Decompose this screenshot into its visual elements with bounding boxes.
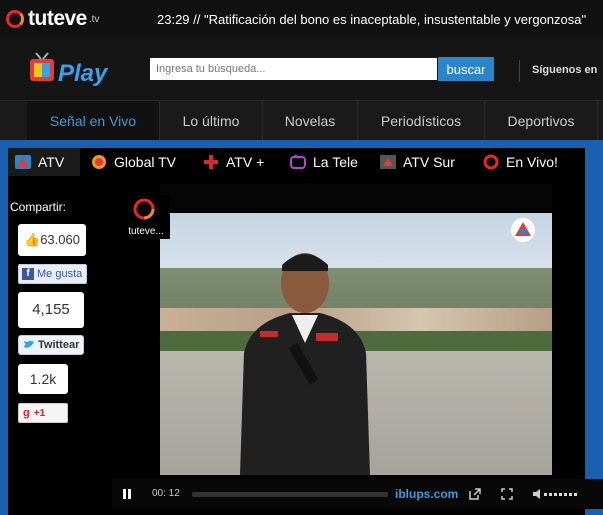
svg-text:Play: Play: [58, 60, 109, 87]
play-logo[interactable]: Play: [28, 51, 138, 91]
header-row: Play buscar Síguenos en: [0, 38, 603, 100]
follow-label: Síguenos en: [532, 64, 598, 76]
global-tv-icon: [92, 155, 106, 169]
progress-bar[interactable]: [192, 492, 388, 497]
nav-senal-en-vivo[interactable]: Señal en Vivo: [27, 101, 160, 141]
watermark-text: tuteve...: [128, 226, 164, 237]
time-display: 00: 12: [152, 488, 180, 499]
atv-watermark-icon: [511, 218, 535, 242]
video-top-strip: [160, 183, 552, 213]
site-logo[interactable]: tuteve .tv: [6, 7, 99, 31]
channel-la-tele[interactable]: La Tele: [289, 148, 369, 176]
tuteve-logo-icon: [6, 10, 24, 28]
search-input[interactable]: [150, 58, 437, 80]
google-plus-icon: g: [23, 407, 30, 419]
channel-label: En Vivo!: [506, 154, 558, 170]
twitter-bird-icon: [24, 340, 34, 348]
twitter-count: 4,155: [18, 292, 84, 328]
pause-icon[interactable]: [122, 488, 132, 500]
news-ticker[interactable]: 23:29 // "Ratificación del bono es inace…: [157, 12, 586, 27]
volume-icon[interactable]: [532, 488, 584, 500]
channel-atv-plus[interactable]: ATV +: [202, 148, 274, 176]
top-bar: tuteve .tv 23:29 // "Ratificación del bo…: [0, 0, 603, 38]
video-frame[interactable]: [160, 213, 552, 475]
tweet-label: Twittear: [38, 339, 80, 351]
tuteve-ring-icon: [133, 198, 155, 220]
channel-label: La Tele: [313, 154, 358, 170]
facebook-like-button[interactable]: f Me gusta: [18, 264, 87, 284]
main-nav: Señal en Vivo Lo último Novelas Periodís…: [0, 100, 603, 141]
thumbs-up-icon: 👍: [24, 232, 41, 247]
gplus-count: 1.2k: [18, 364, 68, 394]
facebook-icon: f: [22, 268, 34, 280]
tuteve-icon: [483, 154, 499, 170]
search-button[interactable]: buscar: [438, 57, 494, 81]
nav-deportivos[interactable]: Deportivos: [485, 101, 598, 141]
popout-icon[interactable]: [469, 488, 481, 500]
logo-suffix: .tv: [88, 13, 100, 25]
channel-bar: ATV Global TV ATV + La Tele ATV Sur En V…: [8, 148, 585, 176]
gplus-label: +1: [33, 407, 46, 419]
tuteve-watermark: tuteve...: [122, 195, 170, 239]
fullscreen-icon[interactable]: [501, 488, 513, 500]
divider: [519, 60, 520, 82]
channel-label: ATV: [38, 154, 65, 170]
facebook-like-label: Me gusta: [37, 268, 83, 280]
channel-label: ATV +: [226, 154, 265, 170]
channel-atv[interactable]: ATV: [8, 148, 80, 176]
tweet-button[interactable]: Twittear: [18, 335, 84, 355]
la-tele-icon: [290, 154, 306, 169]
channel-label: Global TV: [114, 154, 176, 170]
facebook-count-value: 63.060: [40, 232, 80, 247]
nav-periodisticos[interactable]: Periodísticos: [358, 101, 485, 141]
atv-icon: [15, 155, 31, 169]
iblups-link[interactable]: iblups.com: [395, 487, 458, 501]
channel-label: ATV Sur: [403, 154, 455, 170]
reporter-figure: [240, 253, 370, 475]
channel-atv-sur[interactable]: ATV Sur: [379, 148, 469, 176]
channel-en-vivo[interactable]: En Vivo!: [482, 148, 562, 176]
facebook-count: 👍63.060: [18, 224, 86, 256]
share-title: Compartir:: [10, 200, 67, 214]
gplus-button[interactable]: g +1: [18, 403, 68, 423]
atv-sur-icon: [380, 155, 396, 169]
nav-lo-ultimo[interactable]: Lo último: [160, 101, 263, 141]
channel-global-tv[interactable]: Global TV: [90, 148, 180, 176]
atv-plus-icon: [204, 155, 218, 169]
nav-novelas[interactable]: Novelas: [263, 101, 358, 141]
logo-text: tuteve: [28, 7, 87, 30]
